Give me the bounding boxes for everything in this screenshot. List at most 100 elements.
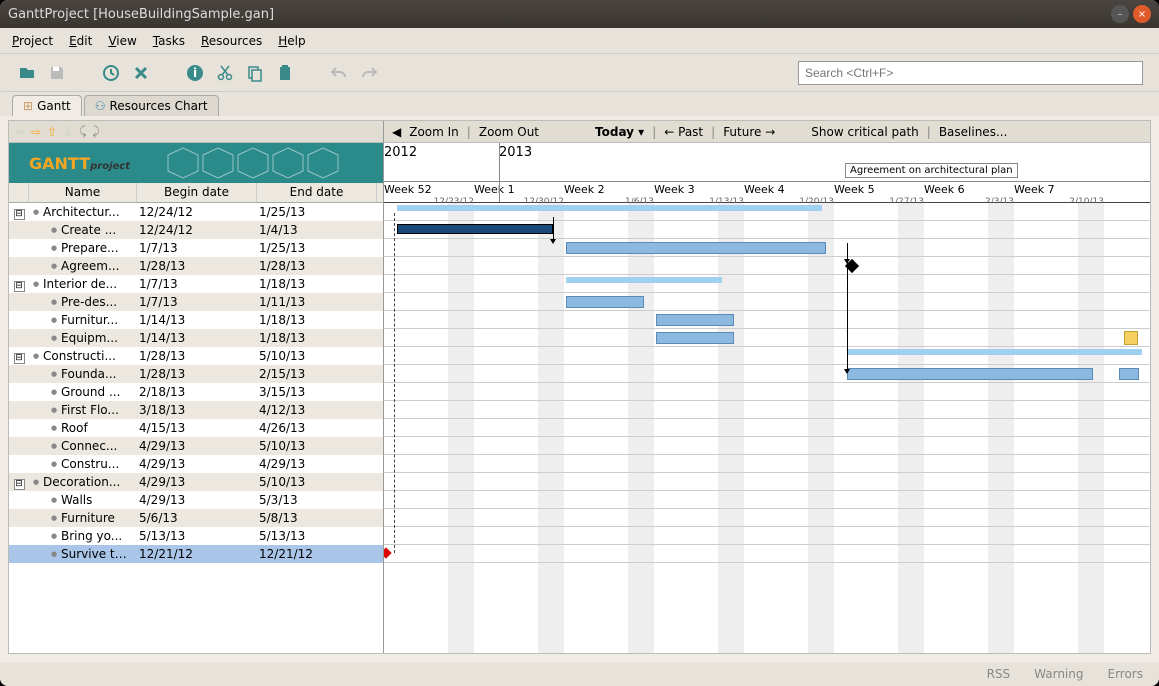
collapse-icon[interactable]: ◀ xyxy=(392,125,401,139)
nav-forward-icon[interactable]: ⇨ xyxy=(31,125,41,139)
task-row[interactable]: ●Connec...4/29/135/10/13 xyxy=(9,437,383,455)
baselines-button[interactable]: Baselines... xyxy=(939,125,1008,139)
menu-tasks[interactable]: Tasks xyxy=(153,34,185,48)
minimize-button[interactable]: – xyxy=(1111,5,1129,23)
task-row[interactable]: ●Survive the...12/21/1212/21/12 xyxy=(9,545,383,563)
task-name: Constru... xyxy=(61,457,131,471)
week-label: Week 4 xyxy=(744,183,785,196)
bullet-icon: ● xyxy=(47,226,61,234)
paste-icon[interactable] xyxy=(274,62,296,84)
bullet-icon: ● xyxy=(29,478,43,486)
expander-icon[interactable]: ⊟ xyxy=(14,353,25,364)
menu-view[interactable]: View xyxy=(108,34,136,48)
timeline-header[interactable]: Agreement on architectural plan 20122013… xyxy=(384,143,1150,203)
task-end: 1/28/13 xyxy=(257,259,377,273)
redo-icon[interactable] xyxy=(358,62,380,84)
task-row[interactable]: ●Furniture5/6/135/8/13 xyxy=(9,509,383,527)
undo-icon[interactable] xyxy=(328,62,350,84)
task-name: Furniture xyxy=(61,511,131,525)
year-label: 2012 xyxy=(384,145,417,160)
week-label: Week 1 xyxy=(474,183,515,196)
today-button[interactable]: Today ▾ xyxy=(595,125,644,139)
task-row[interactable]: ●Prepare...1/7/131/25/13 xyxy=(9,239,383,257)
task-end: 2/15/13 xyxy=(257,367,377,381)
task-begin: 5/6/13 xyxy=(137,511,257,525)
task-begin: 4/29/13 xyxy=(137,457,257,471)
gantt-bar[interactable] xyxy=(656,332,734,344)
col-end[interactable]: End date xyxy=(257,183,377,202)
status-warning[interactable]: Warning xyxy=(1034,667,1083,681)
task-row[interactable]: ⊟●Architectur...12/24/121/25/13 xyxy=(9,203,383,221)
save-icon[interactable] xyxy=(46,62,68,84)
status-errors[interactable]: Errors xyxy=(1107,667,1143,681)
task-row[interactable]: ⊟●Decoration...4/29/135/10/13 xyxy=(9,473,383,491)
menu-help[interactable]: Help xyxy=(278,34,305,48)
future-button[interactable]: Future → xyxy=(723,125,775,139)
nav-up-icon[interactable]: ⇧ xyxy=(47,125,57,139)
expander-icon[interactable]: ⊟ xyxy=(14,281,25,292)
task-row[interactable]: ●Equipm...1/14/131/18/13 xyxy=(9,329,383,347)
gantt-bar[interactable] xyxy=(397,205,822,211)
task-row[interactable]: ⊟●Interior de...1/7/131/18/13 xyxy=(9,275,383,293)
open-icon[interactable] xyxy=(16,62,38,84)
task-row[interactable]: ●Agreem...1/28/131/28/13 xyxy=(9,257,383,275)
task-row[interactable]: ●Founda...1/28/132/15/13 xyxy=(9,365,383,383)
gantt-bar[interactable] xyxy=(566,277,722,283)
menu-project[interactable]: Project xyxy=(12,34,53,48)
col-name[interactable]: Name xyxy=(29,183,137,202)
search-input[interactable] xyxy=(798,61,1143,85)
status-rss[interactable]: RSS xyxy=(987,667,1011,681)
task-row[interactable]: ●Roof4/15/134/26/13 xyxy=(9,419,383,437)
task-row[interactable]: ●Constru...4/29/134/29/13 xyxy=(9,455,383,473)
titlebar: GanttProject [HouseBuildingSample.gan] –… xyxy=(0,0,1159,28)
task-row[interactable]: ●Create ...12/24/121/4/13 xyxy=(9,221,383,239)
task-row[interactable]: ⊟●Constructi...1/28/135/10/13 xyxy=(9,347,383,365)
task-end: 4/29/13 xyxy=(257,457,377,471)
task-row[interactable]: ●Ground ...2/18/133/15/13 xyxy=(9,383,383,401)
gantt-bar[interactable] xyxy=(656,314,734,326)
task-row[interactable]: ●First Flo...3/18/134/12/13 xyxy=(9,401,383,419)
gantt-bar[interactable] xyxy=(566,242,826,254)
col-begin[interactable]: Begin date xyxy=(137,183,257,202)
task-end: 4/26/13 xyxy=(257,421,377,435)
task-row[interactable]: ●Walls4/29/135/3/13 xyxy=(9,491,383,509)
nav-back-icon[interactable]: ⇦ xyxy=(15,125,25,139)
info-icon[interactable]: i xyxy=(184,62,206,84)
gantt-bar[interactable] xyxy=(1119,368,1139,380)
task-begin: 3/18/13 xyxy=(137,403,257,417)
task-row[interactable]: ●Pre-des...1/7/131/11/13 xyxy=(9,293,383,311)
outdent-icon[interactable]: ⤸ xyxy=(92,124,99,139)
gantt-bar[interactable] xyxy=(847,349,1142,355)
week-label: Week 3 xyxy=(654,183,695,196)
tab-resources-chart[interactable]: ⚇Resources Chart xyxy=(84,95,219,116)
menu-resources[interactable]: Resources xyxy=(201,34,262,48)
gantt-bar[interactable] xyxy=(847,368,1093,380)
gantt-bar[interactable] xyxy=(397,224,553,234)
task-tree[interactable]: ⊟●Architectur...12/24/121/25/13●Create .… xyxy=(9,203,383,653)
bullet-icon: ● xyxy=(47,244,61,252)
bullet-icon: ● xyxy=(47,532,61,540)
week-label: Week 6 xyxy=(924,183,965,196)
close-button[interactable]: × xyxy=(1133,5,1151,23)
gantt-chart[interactable] xyxy=(384,203,1150,653)
clock-icon[interactable] xyxy=(100,62,122,84)
expander-icon[interactable]: ⊟ xyxy=(14,479,25,490)
copy-icon[interactable] xyxy=(244,62,266,84)
critical-path-button[interactable]: Show critical path xyxy=(811,125,918,139)
task-row[interactable]: ●Furnitur...1/14/131/18/13 xyxy=(9,311,383,329)
gantt-bar[interactable] xyxy=(566,296,644,308)
task-row[interactable]: ●Bring yo...5/13/135/13/13 xyxy=(9,527,383,545)
bullet-icon: ● xyxy=(47,442,61,450)
indent-icon[interactable]: ⤹ xyxy=(79,124,86,139)
menu-edit[interactable]: Edit xyxy=(69,34,92,48)
zoom-out-button[interactable]: Zoom Out xyxy=(479,125,539,139)
tab-gantt[interactable]: ⊞Gantt xyxy=(12,95,82,116)
note-icon[interactable] xyxy=(1124,331,1138,345)
nav-down-icon[interactable]: ⇩ xyxy=(63,125,73,139)
cut-icon[interactable] xyxy=(214,62,236,84)
delete-icon[interactable] xyxy=(130,62,152,84)
past-button[interactable]: ← Past xyxy=(664,125,703,139)
zoom-in-button[interactable]: Zoom In xyxy=(409,125,459,139)
expander-icon[interactable]: ⊟ xyxy=(14,209,25,220)
bullet-icon: ● xyxy=(47,406,61,414)
